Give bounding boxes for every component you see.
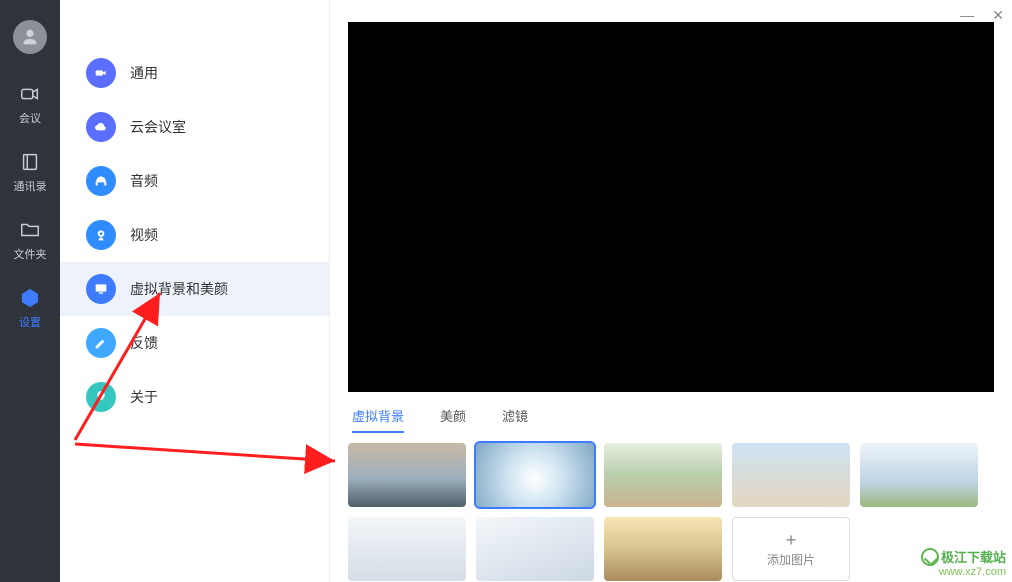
cloud-icon	[86, 112, 116, 142]
tab-filter[interactable]: 滤镜	[502, 406, 528, 433]
avatar[interactable]	[13, 20, 47, 54]
nav-label: 会议	[19, 110, 41, 126]
bg-thumb-classroom[interactable]	[604, 443, 722, 507]
add-background-button[interactable]: + 添加图片	[732, 517, 850, 581]
settings-label: 关于	[130, 387, 158, 407]
settings-item-feedback[interactable]: 反馈	[60, 316, 329, 370]
bg-thumb-office-window[interactable]	[732, 443, 850, 507]
settings-label: 通用	[130, 63, 158, 83]
camera-icon	[18, 82, 42, 106]
settings-label: 云会议室	[130, 117, 186, 137]
tab-beauty[interactable]: 美颜	[440, 406, 466, 433]
nav-label: 通讯录	[14, 178, 47, 194]
nav-label: 设置	[19, 314, 41, 330]
gear-hex-icon	[18, 286, 42, 310]
minimize-button[interactable]: —	[960, 8, 974, 22]
nav-rail: 会议 通讯录 文件夹 设置	[0, 0, 60, 582]
content-panel: — ✕ 虚拟背景 美颜 滤镜 + 添加图片	[330, 0, 1012, 582]
bg-thumb-meeting-room[interactable]	[348, 517, 466, 581]
folder-icon	[18, 218, 42, 242]
settings-label: 视频	[130, 225, 158, 245]
plus-icon: +	[786, 531, 797, 549]
bg-thumb-beach[interactable]	[604, 517, 722, 581]
settings-item-general[interactable]: 通用	[60, 46, 329, 100]
bg-thumb-tunnel[interactable]	[476, 443, 594, 507]
video-preview	[348, 22, 994, 392]
settings-label: 音频	[130, 171, 158, 191]
bg-thumb-bridge[interactable]	[348, 443, 466, 507]
bg-thumb-open-office[interactable]	[476, 517, 594, 581]
nav-label: 文件夹	[14, 246, 47, 262]
settings-item-virtual-bg[interactable]: 虚拟背景和美颜	[60, 262, 329, 316]
bg-tabs: 虚拟背景 美颜 滤镜	[348, 406, 994, 433]
bg-thumb-city-plants[interactable]	[860, 443, 978, 507]
nav-item-contacts[interactable]: 通讯录	[14, 150, 47, 194]
camera-dot-icon	[86, 58, 116, 88]
webcam-icon	[86, 220, 116, 250]
settings-item-video[interactable]: 视频	[60, 208, 329, 262]
settings-label: 反馈	[130, 333, 158, 353]
settings-item-audio[interactable]: 音频	[60, 154, 329, 208]
add-label: 添加图片	[767, 551, 815, 568]
settings-sidebar: 通用 云会议室 音频 视频 虚拟背景和美颜 反馈 关于	[60, 0, 330, 582]
settings-item-about[interactable]: 关于	[60, 370, 329, 424]
close-button[interactable]: ✕	[992, 8, 1004, 22]
bulb-icon	[86, 382, 116, 412]
background-grid: + 添加图片	[348, 443, 994, 581]
settings-item-cloud[interactable]: 云会议室	[60, 100, 329, 154]
book-icon	[18, 150, 42, 174]
settings-label: 虚拟背景和美颜	[130, 279, 228, 299]
monitor-icon	[86, 274, 116, 304]
window-controls: — ✕	[960, 8, 1004, 22]
nav-item-files[interactable]: 文件夹	[14, 218, 47, 262]
pencil-icon	[86, 328, 116, 358]
tab-virtual-bg[interactable]: 虚拟背景	[352, 406, 404, 433]
nav-item-settings[interactable]: 设置	[18, 286, 42, 330]
headphone-icon	[86, 166, 116, 196]
nav-item-meeting[interactable]: 会议	[18, 82, 42, 126]
